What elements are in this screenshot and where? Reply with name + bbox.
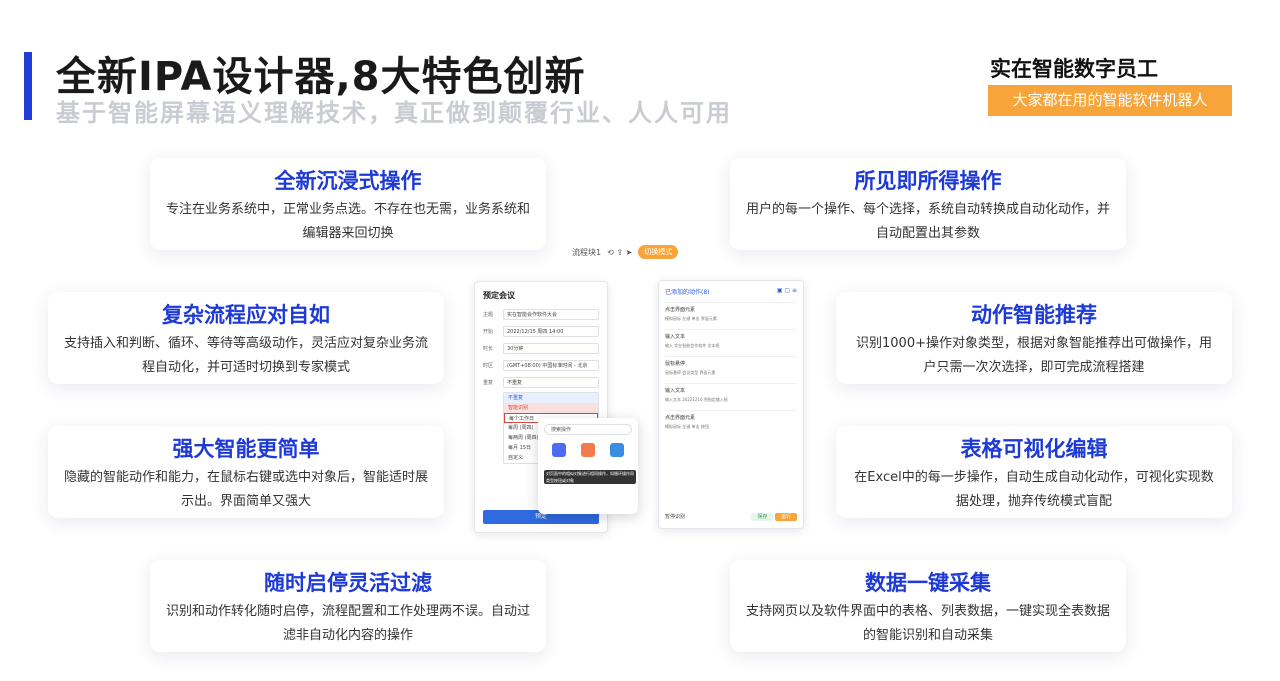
- mock-action-title: 输入文本: [665, 388, 686, 394]
- mock-action-popup: 搜索操作 对页面中的相似对象进行相同操作，如循环操作同类型按钮或对象: [538, 418, 638, 514]
- mock-toolbar-label: 流程块1: [572, 247, 602, 257]
- mock-action-item: 点击界面元素 模拟鼠标 左键 单击 按钮: [665, 410, 797, 437]
- feature-title: 全新沉浸式操作: [274, 169, 422, 193]
- feature-desc: 专注在业务系统中，正常业务点选。不存在也无需，业务系统和编辑器来回切换: [165, 202, 530, 241]
- feature-desc: 在Excel中的每一步操作，自动生成自动化动作，可视化实现数据处理，抛弃传统模式…: [854, 470, 1214, 509]
- mock-form-label: 时长: [483, 345, 494, 352]
- mock-save-button: 保存: [751, 512, 774, 521]
- mock-action-title: 输入文本: [665, 334, 686, 340]
- feature-title: 随时启停灵活过滤: [264, 571, 432, 595]
- mock-form-value: 2022/12/15 周四 14:00: [503, 325, 599, 337]
- feature-card-wysiwyg: 所见即所得操作 用户的每一个操作、每个选择，系统自动转换成自动化动作，并自动配置…: [730, 158, 1126, 250]
- mock-action-item: 鼠标悬停 鼠标悬停 会议类型 界面元素: [665, 356, 797, 383]
- mock-action-detail: 模拟鼠标 左键 单击 按钮: [665, 424, 709, 429]
- mock-form-row: 重复 不重复: [483, 375, 599, 389]
- feature-title: 数据一键采集: [865, 571, 991, 595]
- mock-form-value: 不重复: [503, 376, 599, 388]
- brand-name: 实在智能数字员工: [990, 57, 1158, 81]
- mock-actions-header: 已添加的动作(8) ▣ ▢ ≡: [665, 287, 797, 296]
- mock-popup-tip: 对页面中的相似对象进行相同操作，如循环操作同类型按钮或对象: [544, 470, 636, 484]
- mock-dropdown-item: 不重复: [504, 393, 598, 403]
- mock-action-item: 点击界面元素 模拟鼠标 左键 单击 界面元素: [665, 302, 797, 329]
- feature-desc: 支持插入和判断、循环、等待等高级动作，灵活应对复杂业务流程自动化，并可适时切换到…: [63, 336, 428, 375]
- text-icon: [610, 443, 625, 457]
- mock-form-row: 主题 实在智能会作软件大会: [483, 307, 599, 321]
- mock-form-label: 重复: [483, 379, 494, 386]
- mock-popup-search: 搜索操作: [544, 424, 632, 435]
- mock-dropdown-item: 智能识别: [504, 403, 598, 413]
- feature-card-complex: 复杂流程应对自如 支持插入和判断、循环、等待等高级动作，灵活应对复杂业务流程自动…: [48, 292, 444, 384]
- feature-title: 表格可视化编辑: [960, 437, 1108, 461]
- mock-action-detail: 输入 实在智能会作软件 文本框: [665, 343, 720, 348]
- feature-title: 强大智能更简单: [172, 437, 320, 461]
- mock-actions-toolbar-icons: ▣ ▢ ≡: [776, 287, 797, 294]
- mock-popup-icons: [544, 443, 632, 457]
- mock-toolbar-icons: ⟲ ⇪ ➤: [607, 247, 633, 257]
- feature-card-table: 表格可视化编辑 在Excel中的每一步操作，自动生成自动化动作，可视化实现数据处…: [836, 426, 1232, 518]
- mock-actions-footer: 暂停识别 保存 运行: [665, 510, 797, 522]
- mock-form-title: 预定会议: [483, 291, 515, 300]
- capture-icon: [580, 443, 595, 457]
- feature-desc: 识别1000+操作对象类型，根据对象智能推荐出可做操作，用户只需一次次选择，即可…: [856, 336, 1212, 375]
- mock-action-detail: 模拟鼠标 左键 单击 界面元素: [665, 316, 717, 321]
- brand-tagline: 大家都在用的智能软件机器人: [988, 85, 1232, 116]
- feature-desc: 支持网页以及软件界面中的表格、列表数据，一键实现全表数据的智能识别和自动采集: [745, 604, 1110, 643]
- mock-form-value: (GMT+08:00) 中国标准时间 - 北京: [503, 359, 599, 371]
- feature-desc: 用户的每一个操作、每个选择，系统自动转换成自动化动作，并自动配置出其参数: [745, 202, 1110, 241]
- mock-form-label: 开始: [483, 328, 494, 335]
- mock-action-title: 点击界面元素: [665, 415, 696, 421]
- title-accent-bar: [24, 52, 32, 120]
- page-subtitle: 基于智能屏幕语义理解技术，真正做到颠覆行业、人人可用: [56, 99, 732, 127]
- mock-form-label: 主题: [483, 311, 494, 318]
- mock-form-value: 30分钟: [503, 342, 599, 354]
- mock-form-row: 开始 2022/12/15 周四 14:00: [483, 324, 599, 338]
- feature-card-simple: 强大智能更简单 隐藏的智能动作和能力，在鼠标右键或选中对象后，智能适时展示出。界…: [48, 426, 444, 518]
- mock-action-detail: 鼠标悬停 会议类型 界面元素: [665, 370, 716, 375]
- mock-form-label: 时区: [483, 362, 494, 369]
- mock-run-button: 运行: [774, 512, 797, 521]
- mock-actions-panel: 已添加的动作(8) ▣ ▢ ≡ 点击界面元素 模拟鼠标 左键 单击 界面元素 输…: [658, 280, 804, 529]
- mock-actions-count: 已添加的动作(8): [665, 289, 710, 296]
- mock-form-value: 实在智能会作软件大会: [503, 308, 599, 320]
- feature-card-recommend: 动作智能推荐 识别1000+操作对象类型，根据对象智能推荐出可做操作，用户只需一…: [836, 292, 1232, 384]
- feature-desc: 识别和动作转化随时启停，流程配置和工作处理两不误。自动过滤非自动化内容的操作: [165, 604, 530, 643]
- loop-icon: [551, 443, 566, 457]
- feature-title: 所见即所得操作: [854, 169, 1002, 193]
- feature-card-collect: 数据一键采集 支持网页以及软件界面中的表格、列表数据，一键实现全表数据的智能识别…: [730, 560, 1126, 652]
- feature-card-immersive: 全新沉浸式操作 专注在业务系统中，正常业务点选。不存在也无需，业务系统和编辑器来…: [150, 158, 546, 250]
- feature-title: 复杂流程应对自如: [162, 303, 330, 327]
- mock-pause-label: 暂停识别: [665, 513, 686, 520]
- mock-form-row: 时区 (GMT+08:00) 中国标准时间 - 北京: [483, 358, 599, 372]
- feature-desc: 隐藏的智能动作和能力，在鼠标右键或选中对象后，智能适时展示出。界面简单又强大: [63, 470, 428, 509]
- mock-action-item: 输入文本 输入 实在智能会作软件 文本框: [665, 329, 797, 356]
- mock-action-item: 输入文本 输入文本 20221216 到指定输入框: [665, 383, 797, 410]
- mock-action-detail: 输入文本 20221216 到指定输入框: [665, 397, 728, 402]
- feature-title: 动作智能推荐: [971, 303, 1097, 327]
- mock-toolbar: 流程块1 ⟲ ⇪ ➤ 切换模式: [572, 243, 722, 261]
- feature-card-pause: 随时启停灵活过滤 识别和动作转化随时启停，流程配置和工作处理两不误。自动过滤非自…: [150, 560, 546, 652]
- mock-mode-pill: 切换模式: [638, 245, 679, 259]
- mock-form-row: 时长 30分钟: [483, 341, 599, 355]
- mock-action-title: 鼠标悬停: [665, 361, 686, 367]
- mock-action-title: 点击界面元素: [665, 307, 696, 313]
